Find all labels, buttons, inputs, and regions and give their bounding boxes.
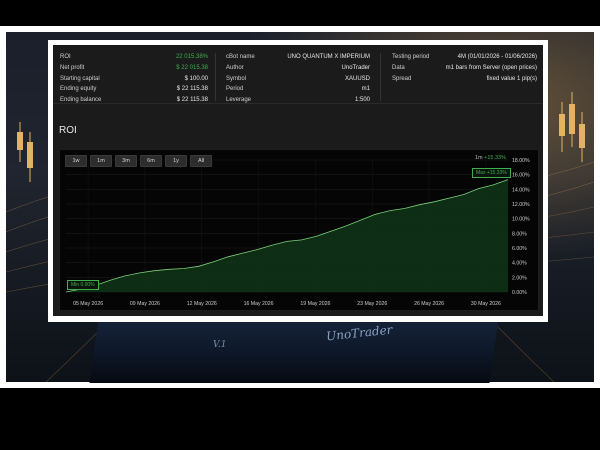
stats-right-column: Testing period 4M (01/01/2026 - 01/06/202… [392, 52, 537, 84]
report-inner: ROI 22 015.38% Net profit $ 22 015.38 Starti… [53, 45, 543, 316]
stat-row: Data m1 bars from Server (open prices) [392, 63, 537, 74]
stat-label: Author [226, 64, 244, 71]
stats-middle-column: cBot name UNO QUANTUM X IMPERIUM Author Uno… [226, 52, 370, 106]
stat-label: Testing period [392, 54, 430, 60]
stat-label: Ending equity [60, 86, 97, 93]
y-tick-label: 16.00% [512, 173, 530, 179]
stat-value: m1 [361, 86, 370, 93]
stat-label: cBot name [226, 54, 255, 60]
stat-row: Symbol XAUUSD [226, 74, 370, 85]
x-tick-label: 23 May 2026 [357, 301, 387, 307]
stat-label: Spread [392, 75, 412, 82]
range-button-group: 1w 1m 3m 6m 1y All [65, 155, 212, 167]
stat-row: Period m1 [226, 84, 370, 95]
legend-value: +15.33% [484, 155, 506, 161]
range-button-3m[interactable]: 3m [115, 155, 137, 167]
report-panel: ROI 22 015.38% Net profit $ 22 015.38 Starti… [48, 40, 548, 322]
legend-period: 1m [474, 155, 483, 161]
y-tick-label: 8.00% [512, 231, 527, 237]
range-button-6m[interactable]: 6m [140, 155, 162, 167]
stat-row: Spread fixed value 1 pip(s) [392, 74, 537, 85]
y-tick-label: 18.00% [512, 158, 530, 164]
roi-chart-svg: 18.00% 16.00% 14.00% 12.00% 10.00% 8.00% 6.00%… [65, 158, 530, 307]
stat-value: XAUUSD [344, 75, 370, 82]
stat-row: Testing period 4M (01/01/2026 - 01/06/202… [392, 52, 537, 63]
stat-label: ROI [60, 54, 71, 60]
stat-row: Leverage 1:500 [226, 95, 370, 106]
y-tick-label: 14.00% [512, 187, 530, 193]
stat-label: Symbol [226, 75, 247, 82]
x-tick-label: 26 May 2026 [414, 301, 444, 307]
stat-row: ROI 22 015.38% [60, 52, 208, 63]
range-button-1y[interactable]: 1y [165, 155, 187, 167]
product-version-text: V.1 [213, 340, 227, 350]
x-tick-label: 30 May 2026 [471, 301, 501, 307]
stats-left-column: ROI 22 015.38% Net profit $ 22 015.38 Starti… [60, 52, 208, 106]
stat-row: cBot name UNO QUANTUM X IMPERIUM [226, 52, 370, 63]
stat-value: UnoTrader [341, 64, 370, 71]
stat-label: Leverage [226, 97, 252, 104]
stat-row: Ending balance $ 22 115.38 [60, 95, 208, 106]
divider [380, 53, 381, 101]
stat-value: $ 22 115.38 [176, 97, 208, 104]
stat-value: 22 015.38% [175, 54, 208, 60]
stat-label: Period [226, 86, 244, 93]
stat-row: Ending equity $ 22 115.38 [60, 84, 208, 95]
stat-label: Data [392, 64, 405, 71]
range-button-1w[interactable]: 1w [65, 155, 87, 167]
stat-value: $ 22 015.38 [176, 64, 208, 71]
x-tick-label: 12 May 2026 [187, 301, 217, 307]
range-button-1m[interactable]: 1m [90, 155, 112, 167]
range-button-all[interactable]: All [190, 155, 212, 167]
y-tick-label: 6.00% [512, 246, 527, 252]
stat-value: $ 100.00 [184, 75, 208, 82]
stat-row: Author UnoTrader [226, 63, 370, 74]
stat-value: 4M (01/01/2026 - 01/06/2026) [457, 54, 537, 60]
stat-label: Starting capital [60, 75, 100, 82]
stat-value: fixed value 1 pip(s) [486, 75, 537, 82]
stat-value: m1 bars from Server (open prices) [445, 64, 537, 71]
stat-value: 1:500 [354, 97, 370, 104]
stat-row: Net profit $ 22 015.38 [60, 63, 208, 74]
y-tick-label: 0.00% [512, 290, 527, 296]
min-value-tag: Min 0.00% [67, 280, 99, 290]
stat-label: Ending balance [60, 97, 102, 104]
x-tick-label: 16 May 2026 [244, 301, 274, 307]
y-tick-label: 10.00% [512, 217, 530, 223]
stat-value: $ 22 115.38 [176, 86, 208, 93]
stat-label: Net profit [60, 64, 85, 71]
y-tick-label: 2.00% [512, 275, 527, 281]
x-tick-label: 05 May 2026 [73, 301, 103, 307]
y-tick-label: 12.00% [512, 202, 530, 208]
stats-summary: ROI 22 015.38% Net profit $ 22 015.38 Starti… [53, 45, 543, 104]
divider [215, 53, 216, 101]
stat-row: Starting capital $ 100.00 [60, 74, 208, 85]
roi-heading: ROI [59, 125, 77, 136]
stat-value: UNO QUANTUM X IMPERIUM [287, 54, 370, 60]
roi-chart: 18.00% 16.00% 14.00% 12.00% 10.00% 8.00% 6.00%… [59, 149, 539, 311]
y-tick-label: 4.00% [512, 261, 527, 267]
series-area [66, 179, 508, 292]
chart-legend: 1m +15.33% [475, 155, 506, 161]
max-value-tag: Max +15.33% [472, 167, 511, 178]
x-tick-label: 19 May 2026 [300, 301, 330, 307]
x-tick-label: 09 May 2026 [130, 301, 160, 307]
